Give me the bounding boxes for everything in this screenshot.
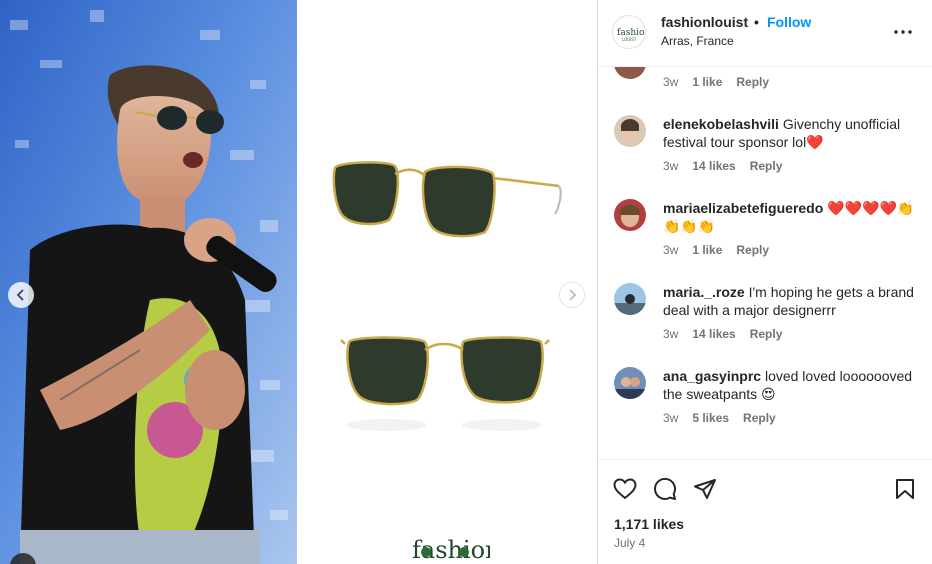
carousel-next-button[interactable] [559, 282, 585, 308]
commenter-avatar[interactable] [614, 115, 646, 147]
comment-meta: 3w 5 likes Reply [663, 411, 776, 425]
post-header: fashion LOUIST fashionlouist • Follow Ar… [598, 0, 932, 67]
follow-button[interactable]: Follow [767, 14, 811, 30]
fashion-louist-logo: fashion [410, 524, 490, 564]
share-button[interactable] [692, 476, 718, 502]
comment-text: ana_gasyinprc loved loved looooooved the… [663, 367, 918, 403]
comment-likes[interactable]: 5 likes [692, 411, 729, 425]
post-date: July 4 [614, 536, 646, 550]
comment-icon [654, 477, 677, 500]
reply-button[interactable]: Reply [750, 159, 783, 173]
bookmark-icon [896, 479, 914, 499]
like-button[interactable] [612, 476, 638, 502]
save-button[interactable] [892, 476, 918, 502]
chevron-right-icon [569, 289, 577, 301]
comment-likes[interactable]: 14 likes [692, 159, 735, 173]
post-location[interactable]: Arras, France [661, 34, 734, 48]
comment-text: elenekobelashvili Givenchy unofficial fe… [663, 115, 918, 151]
concert-photo [0, 0, 297, 564]
comment-text: mariaelizabetefigueredo ❤️❤️❤️❤️👏👏👏👏 [663, 199, 918, 235]
comment-username[interactable]: ana_gasyinprc [663, 368, 761, 384]
likes-count[interactable]: 1,171 likes [614, 516, 684, 532]
reply-button[interactable]: Reply [743, 411, 776, 425]
heart-icon [613, 478, 637, 500]
reply-button[interactable]: Reply [736, 243, 769, 257]
comment-likes[interactable]: 1 like [692, 243, 722, 257]
comment-meta: 3w 14 likes Reply [663, 327, 782, 341]
commenter-avatar[interactable] [614, 283, 646, 315]
share-icon [694, 479, 716, 499]
post-media[interactable]: fashion [0, 0, 597, 564]
post-author-username[interactable]: fashionlouist [661, 14, 748, 30]
commenter-avatar[interactable] [614, 67, 646, 79]
reply-button[interactable]: Reply [736, 75, 769, 89]
comment-username[interactable]: mariaelizabetefigueredo [663, 200, 823, 216]
comment-likes[interactable]: 14 likes [692, 327, 735, 341]
header-separator: • [754, 14, 759, 30]
comment-time: 3w [663, 75, 679, 89]
comment-time: 3w [663, 159, 679, 173]
comments-list[interactable]: 3w 1 like Reply elenekobelashvili Givenc… [598, 67, 932, 459]
comment-time: 3w [663, 327, 679, 341]
comment-username[interactable]: maria._.roze [663, 284, 745, 300]
reply-button[interactable]: Reply [750, 327, 783, 341]
commenter-avatar[interactable] [614, 367, 646, 399]
carousel-previous-button[interactable] [8, 282, 34, 308]
comment-button[interactable] [652, 476, 678, 502]
comment-likes[interactable]: 1 like [692, 75, 722, 89]
more-icon [894, 30, 912, 34]
comment-time: 3w [663, 411, 679, 425]
sunglasses-product-photo [297, 0, 597, 564]
comment-time: 3w [663, 243, 679, 257]
comment-meta: 3w 1 like Reply [663, 75, 769, 89]
chevron-left-icon [16, 289, 24, 301]
more-options-button[interactable] [888, 20, 918, 44]
avatar[interactable]: fashion LOUIST [612, 15, 646, 49]
post-actions: 1,171 likes July 4 [598, 459, 932, 564]
post-side-panel: fashion LOUIST fashionlouist • Follow Ar… [597, 0, 932, 564]
commenter-avatar[interactable] [614, 199, 646, 231]
fashion-louist-avatar-logo: fashion LOUIST [617, 28, 644, 42]
comment-meta: 3w 14 likes Reply [663, 159, 782, 173]
comment-text: maria._.roze I'm hoping he gets a brand … [663, 283, 918, 319]
comment-username[interactable]: elenekobelashvili [663, 116, 779, 132]
comment-meta: 3w 1 like Reply [663, 243, 769, 257]
svg-text:LOUIST: LOUIST [622, 37, 637, 42]
